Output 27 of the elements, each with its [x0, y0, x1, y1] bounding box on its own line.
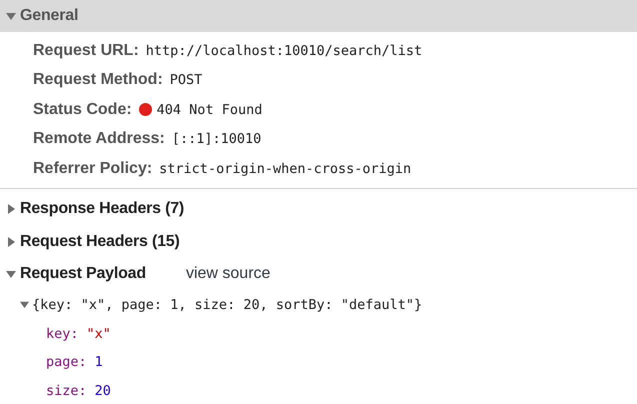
- property-value: "x": [86, 326, 111, 342]
- section-header[interactable]: General: [0, 0, 637, 32]
- field-value: 404 Not Found: [156, 102, 262, 118]
- triangle-down-icon: [20, 300, 29, 309]
- field-label: Remote Address:: [33, 130, 165, 148]
- property-key: page:: [46, 354, 87, 370]
- view-source-link[interactable]: view source: [186, 264, 270, 282]
- field-label: Referrer Policy:: [33, 160, 152, 178]
- section-header[interactable]: Request Payload view source: [0, 258, 637, 290]
- property-key: size:: [46, 382, 87, 399]
- property-key: key:: [46, 326, 79, 342]
- section-header[interactable]: Response Headers (7): [0, 188, 637, 226]
- field-label: Request URL:: [33, 42, 139, 60]
- field-value: POST: [170, 72, 202, 88]
- property-value: 20: [94, 382, 111, 399]
- field-value: [::1]:10010: [172, 131, 262, 148]
- field-value: strict-origin-when-cross-origin: [159, 160, 412, 177]
- field-value: http://localhost:10010/search/list: [146, 42, 422, 59]
- property-value: 1: [94, 354, 103, 370]
- section-header[interactable]: Request Headers (15): [0, 226, 637, 258]
- triangle-right-icon: [6, 204, 16, 214]
- field-label: Request Method:: [33, 71, 163, 90]
- triangle-right-icon: [6, 236, 16, 246]
- field-label: Status Code:: [33, 100, 132, 119]
- payload-summary[interactable]: {key: "x", page: 1, size: 20, sortBy: "default"}: [20, 290, 637, 320]
- triangle-down-icon: [6, 268, 16, 278]
- triangle-down-icon: [6, 11, 16, 21]
